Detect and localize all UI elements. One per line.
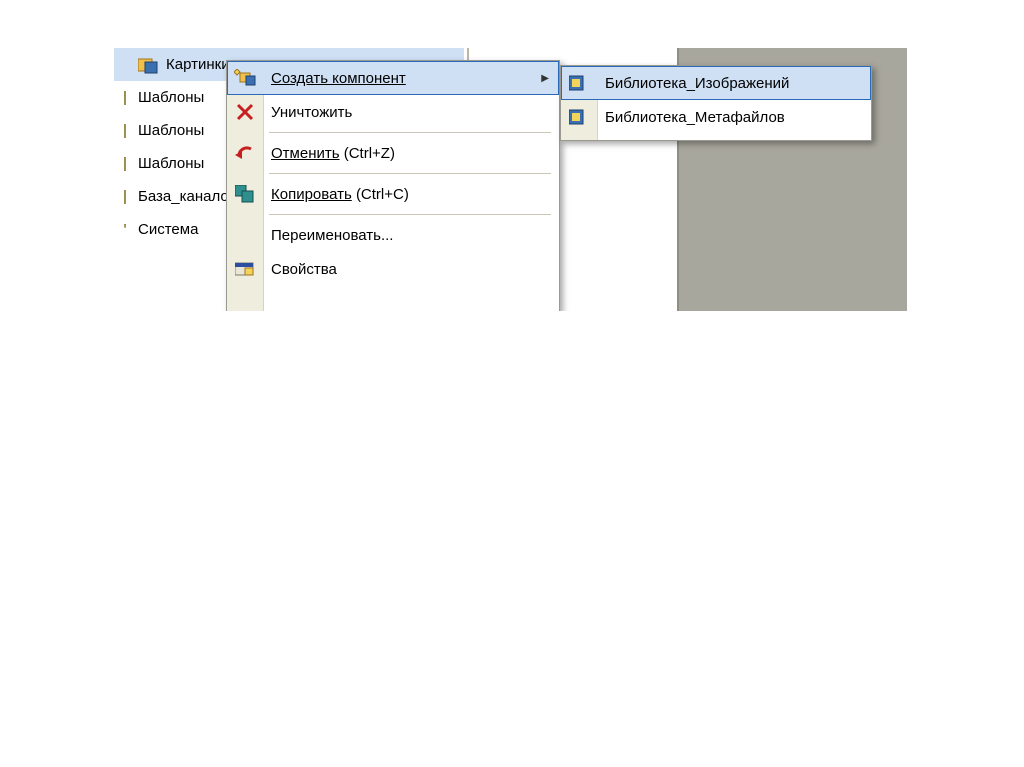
library-images-icon: [567, 71, 591, 95]
menu-item-rename[interactable]: Переименовать...: [227, 218, 559, 252]
menu-item-label: Отменить (Ctrl+Z): [271, 145, 395, 162]
menu-item-label: Уничтожить: [271, 104, 352, 121]
menu-item-create-component[interactable]: Создать компонент ▶: [227, 61, 559, 95]
menu-item-undo[interactable]: Отменить (Ctrl+Z): [227, 136, 559, 170]
submenu-arrow-icon: ▶: [541, 73, 549, 84]
tree-expand-mark: |: [120, 155, 130, 172]
menu-separator: [269, 173, 551, 174]
new-component-icon: [233, 66, 257, 90]
tree-expand-mark: |: [120, 188, 130, 205]
submenu-item-image-library[interactable]: Библиотека_Изображений: [561, 66, 871, 100]
tree-item-label: Шаблоны: [138, 155, 204, 172]
copy-icon: [233, 182, 257, 206]
menu-item-properties[interactable]: Свойства: [227, 252, 559, 286]
delete-icon: [233, 100, 257, 124]
tree-item-label: Система: [138, 221, 198, 238]
folder-pictures-icon: [138, 55, 158, 75]
submenu-item-label: Библиотека_Метафайлов: [605, 109, 785, 126]
menu-separator: [269, 132, 551, 133]
submenu-item-metafile-library[interactable]: Библиотека_Метафайлов: [561, 100, 871, 134]
undo-icon: [233, 141, 257, 165]
tree-expand-mark: ': [120, 221, 130, 238]
tree-item-label: Картинки: [166, 56, 230, 73]
tree-expand-mark: |: [120, 89, 130, 106]
tree-item-label: Шаблоны: [138, 122, 204, 139]
menu-item-copy[interactable]: Копировать (Ctrl+C): [227, 177, 559, 211]
tree-expand-mark: |: [120, 122, 130, 139]
menu-item-label: Свойства: [271, 261, 337, 278]
submenu-item-label: Библиотека_Изображений: [605, 75, 789, 92]
tree-item-label: Шаблоны: [138, 89, 204, 106]
blank-icon: [233, 223, 257, 247]
menu-item-label: Копировать (Ctrl+C): [271, 186, 409, 203]
context-submenu: Библиотека_Изображений Библиотека_Метафа…: [560, 65, 872, 141]
menu-item-label: Создать компонент: [271, 70, 406, 87]
tree-item-label: База_каналов: [138, 188, 237, 205]
menu-item-label: Переименовать...: [271, 227, 393, 244]
app-region: Картинки | Шаблоны | Шаблоны | Шаблоны |…: [114, 48, 907, 311]
library-metafiles-icon: [567, 105, 591, 129]
properties-icon: [233, 257, 257, 281]
context-menu: Создать компонент ▶ Уничтожить: [226, 60, 560, 311]
menu-item-destroy[interactable]: Уничтожить: [227, 95, 559, 129]
menu-separator: [269, 214, 551, 215]
